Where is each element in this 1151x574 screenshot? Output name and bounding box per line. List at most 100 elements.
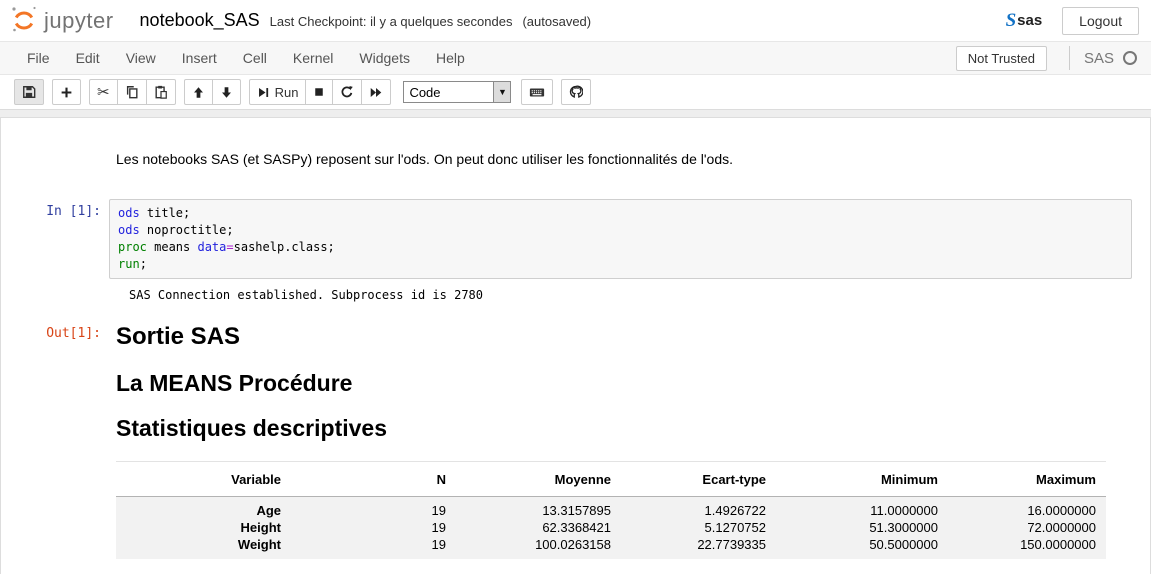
output-heading-sortie-sas: Sortie SAS [116, 323, 1132, 352]
chevron-down-icon: ▼ [493, 82, 510, 102]
add-cell-button[interactable] [52, 79, 81, 105]
code-line: proc means data=sashelp.class; [118, 239, 1123, 256]
move-down-button[interactable] [212, 79, 241, 105]
kernel-name: SAS [1084, 50, 1114, 67]
means-statistics-table: Variable N Moyenne Ecart-type Minimum Ma… [116, 461, 1106, 559]
notebook-site: Les notebooks SAS (et SASPy) reposent su… [0, 110, 1151, 574]
jupyter-logo-icon [8, 2, 40, 39]
code-line: ods title; [118, 205, 1123, 222]
run-label: Run [275, 85, 299, 100]
restart-icon [340, 85, 354, 99]
markdown-cell[interactable]: Les notebooks SAS (et SASPy) reposent su… [1, 151, 1132, 167]
col-header-minimum: Minimum [776, 461, 948, 496]
col-header-n: N [291, 461, 456, 496]
col-header-ecart-type: Ecart-type [621, 461, 776, 496]
code-input-area[interactable]: ods title; ods noproctitle; proc means d… [109, 199, 1132, 279]
menu-widgets[interactable]: Widgets [346, 50, 423, 66]
add-cell-icon [60, 86, 73, 99]
cell-value: 19 [291, 496, 456, 519]
divider [1069, 46, 1070, 70]
cut-icon: ✂ [97, 85, 110, 100]
sas-logo-icon: S [1006, 10, 1017, 32]
github-icon [569, 85, 583, 99]
cell-value: 13.3157895 [456, 496, 621, 519]
cell-value: 19 [291, 519, 456, 536]
code-line: ods noproctitle; [118, 222, 1123, 239]
restart-kernel-button[interactable] [332, 79, 362, 105]
run-icon [257, 86, 270, 99]
logout-button[interactable]: Logout [1062, 7, 1139, 35]
menu-cell[interactable]: Cell [230, 50, 280, 66]
cell-value: 150.0000000 [948, 536, 1106, 559]
toolbar: ✂ Run Code ▼ [0, 75, 1151, 110]
col-header-moyenne: Moyenne [456, 461, 621, 496]
menu-bar: File Edit View Insert Cell Kernel Widget… [0, 41, 1151, 75]
cell-value: 1.4926722 [621, 496, 776, 519]
cell-value: 11.0000000 [776, 496, 948, 519]
input-prompt: In [1]: [1, 199, 109, 219]
checkpoint-status: Last Checkpoint: il y a quelques seconde… [270, 14, 513, 29]
cell-value: 16.0000000 [948, 496, 1106, 519]
stop-icon [313, 86, 325, 98]
table-row: Age 19 13.3157895 1.4926722 11.0000000 1… [116, 496, 1106, 519]
output-heading-statistiques: Statistiques descriptives [116, 415, 1132, 443]
stream-output: SAS Connection established. Subprocess i… [116, 288, 1132, 302]
notebook-container: Les notebooks SAS (et SASPy) reposent su… [0, 117, 1151, 574]
jupyter-logo-text: jupyter [44, 8, 114, 34]
cut-cell-button[interactable]: ✂ [89, 79, 118, 105]
cell-value: 62.3368421 [456, 519, 621, 536]
kernel-idle-icon [1123, 51, 1137, 65]
menu-help[interactable]: Help [423, 50, 478, 66]
table-header-row: Variable N Moyenne Ecart-type Minimum Ma… [116, 461, 1106, 496]
output-cell: Out[1]: Sortie SAS La MEANS Procédure St… [1, 323, 1132, 559]
output-prompt: Out[1]: [1, 323, 109, 341]
move-down-icon [220, 86, 233, 99]
notebook-title[interactable]: notebook_SAS [140, 10, 260, 31]
stop-button[interactable] [305, 79, 333, 105]
run-cell-button[interactable]: Run [249, 79, 307, 105]
move-up-button[interactable] [184, 79, 213, 105]
output-heading-means-procedure: La MEANS Procédure [116, 370, 1132, 398]
move-up-icon [192, 86, 205, 99]
jupyter-logo[interactable]: jupyter [8, 2, 114, 39]
cell-value: 50.5000000 [776, 536, 948, 559]
menu-edit[interactable]: Edit [63, 50, 113, 66]
cell-value: 19 [291, 536, 456, 559]
col-header-maximum: Maximum [948, 461, 1106, 496]
save-icon [22, 85, 36, 99]
table-row: Weight 19 100.0263158 22.7739335 50.5000… [116, 536, 1106, 559]
markdown-text: Les notebooks SAS (et SASPy) reposent su… [116, 151, 733, 167]
cell-value: 5.1270752 [621, 519, 776, 536]
col-header-variable: Variable [116, 461, 291, 496]
sas-logo: Ssas [1006, 10, 1043, 32]
cell-value: 100.0263158 [456, 536, 621, 559]
row-label: Age [116, 496, 291, 519]
autosave-status: (autosaved) [522, 14, 591, 29]
menu-insert[interactable]: Insert [169, 50, 230, 66]
cell-type-value: Code [404, 82, 493, 102]
command-palette-button[interactable] [521, 79, 553, 105]
keyboard-icon [529, 86, 545, 99]
not-trusted-button[interactable]: Not Trusted [956, 46, 1047, 71]
copy-cell-button[interactable] [117, 79, 147, 105]
menu-file[interactable]: File [14, 50, 63, 66]
menu-kernel[interactable]: Kernel [280, 50, 346, 66]
paste-cell-button[interactable] [146, 79, 176, 105]
restart-run-all-button[interactable] [361, 79, 391, 105]
code-cell: In [1]: ods title; ods noproctitle; proc… [1, 199, 1132, 279]
github-button[interactable] [561, 79, 591, 105]
cell-value: 51.3000000 [776, 519, 948, 536]
cell-type-select[interactable]: Code ▼ [403, 81, 511, 103]
save-button[interactable] [14, 79, 44, 105]
menu-view[interactable]: View [113, 50, 169, 66]
paste-icon [154, 85, 168, 99]
row-label: Height [116, 519, 291, 536]
cell-value: 22.7739335 [621, 536, 776, 559]
copy-icon [125, 85, 139, 99]
header-bar: jupyter notebook_SAS Last Checkpoint: il… [0, 0, 1151, 41]
code-line: run; [118, 256, 1123, 273]
table-row: Height 19 62.3368421 5.1270752 51.300000… [116, 519, 1106, 536]
cell-value: 72.0000000 [948, 519, 1106, 536]
restart-run-all-icon [369, 86, 383, 99]
row-label: Weight [116, 536, 291, 559]
